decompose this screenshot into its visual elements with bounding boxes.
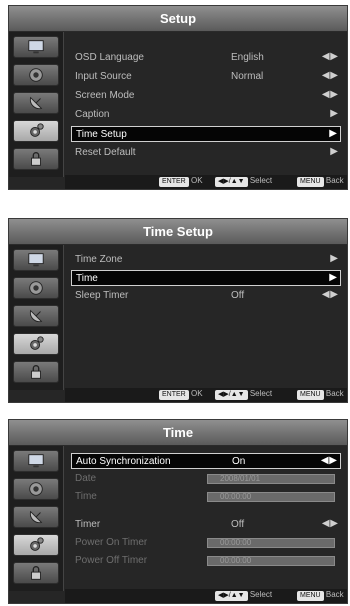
gear-setup-icon[interactable] bbox=[13, 120, 59, 142]
category-sidebar bbox=[9, 446, 64, 591]
setup-panel: Setup OSD Language English ◀ ▶ Input Sourc… bbox=[8, 5, 348, 190]
menu-item-time-zone[interactable]: Time Zone ▶ bbox=[71, 252, 341, 268]
lock-icon[interactable] bbox=[13, 361, 59, 383]
power-off-time-field: 00:00:00 bbox=[207, 556, 335, 566]
left-right-arrows-icon: ◀ ▶ bbox=[321, 70, 338, 81]
panel-title: Setup bbox=[9, 6, 347, 32]
menu-item-screen-mode[interactable]: Screen Mode ◀ ▶ bbox=[71, 88, 341, 104]
left-right-arrows-icon: ◀ ▶ bbox=[321, 289, 338, 300]
left-right-arrows-icon: ◀ ▶ bbox=[321, 89, 338, 100]
left-right-arrows-icon: ◀ ▶ bbox=[321, 518, 338, 529]
enter-key-badge: ENTER bbox=[159, 390, 189, 400]
menu-item-power-on-timer: Power On Timer 00:00:00 bbox=[71, 535, 341, 551]
time-panel: Time Auto Synchronization On ◀ ▶ Date 2008/… bbox=[8, 419, 348, 604]
time-field: 00:00:00 bbox=[207, 492, 335, 502]
menu-item-sleep-timer[interactable]: Sleep Timer Off ◀ ▶ bbox=[71, 288, 341, 304]
date-field: 2008/01/01 bbox=[207, 474, 335, 484]
left-right-arrows-icon: ◀ ▶ bbox=[321, 51, 338, 62]
time-setup-panel: Time Setup Time Zone ▶ Time ▶ Sleep Timer O… bbox=[8, 218, 348, 403]
power-on-time-field: 00:00:00 bbox=[207, 538, 335, 548]
right-arrow-icon: ▶ bbox=[330, 108, 338, 119]
tv-picture-icon[interactable] bbox=[13, 450, 59, 472]
left-right-arrows-icon: ◀ ▶ bbox=[320, 455, 337, 466]
menu-key-badge: MENU bbox=[297, 177, 324, 187]
menu-item-power-off-timer: Power Off Timer 00:00:00 bbox=[71, 553, 341, 569]
menu-key-badge: MENU bbox=[297, 591, 324, 601]
right-arrow-icon: ▶ bbox=[330, 253, 338, 264]
satellite-dish-icon[interactable] bbox=[13, 92, 59, 114]
navigation-arrows-icon: ◀▶/▲▼ bbox=[215, 177, 248, 187]
menu-item-auto-synchronization[interactable]: Auto Synchronization On ◀ ▶ bbox=[71, 453, 341, 469]
right-arrow-icon: ▶ bbox=[330, 146, 338, 157]
menu-item-date: Date 2008/01/01 bbox=[71, 471, 341, 487]
category-sidebar bbox=[9, 245, 64, 390]
lock-icon[interactable] bbox=[13, 148, 59, 170]
menu-key-badge: MENU bbox=[297, 390, 324, 400]
menu-item-time[interactable]: Time ▶ bbox=[71, 270, 341, 286]
menu-item-time: Time 00:00:00 bbox=[71, 489, 341, 505]
help-bar: ENTER OK ◀▶/▲▼ Select MENU Back bbox=[65, 388, 347, 402]
navigation-arrows-icon: ◀▶/▲▼ bbox=[215, 591, 248, 601]
navigation-arrows-icon: ◀▶/▲▼ bbox=[215, 390, 248, 400]
satellite-dish-icon[interactable] bbox=[13, 305, 59, 327]
speaker-sound-icon[interactable] bbox=[13, 64, 59, 86]
lock-icon[interactable] bbox=[13, 562, 59, 584]
menu-item-reset-default[interactable]: Reset Default ▶ bbox=[71, 145, 341, 161]
gear-setup-icon[interactable] bbox=[13, 534, 59, 556]
gear-setup-icon[interactable] bbox=[13, 333, 59, 355]
tv-picture-icon[interactable] bbox=[13, 249, 59, 271]
panel-title: Time bbox=[9, 420, 347, 446]
menu-item-osd-language[interactable]: OSD Language English ◀ ▶ bbox=[71, 50, 341, 66]
enter-key-badge: ENTER bbox=[159, 177, 189, 187]
menu-item-time-setup[interactable]: Time Setup ▶ bbox=[71, 126, 341, 142]
panel-title: Time Setup bbox=[9, 219, 347, 245]
speaker-sound-icon[interactable] bbox=[13, 478, 59, 500]
tv-picture-icon[interactable] bbox=[13, 36, 59, 58]
help-bar: ◀▶/▲▼ Select MENU Back bbox=[65, 589, 347, 603]
right-arrow-icon: ▶ bbox=[329, 272, 337, 283]
menu-item-timer[interactable]: Timer Off ◀ ▶ bbox=[71, 517, 341, 533]
menu-item-caption[interactable]: Caption ▶ bbox=[71, 107, 341, 123]
speaker-sound-icon[interactable] bbox=[13, 277, 59, 299]
menu-item-input-source[interactable]: Input Source Normal ◀ ▶ bbox=[71, 69, 341, 85]
help-bar: ENTER OK ◀▶/▲▼ Select MENU Back bbox=[65, 175, 347, 189]
satellite-dish-icon[interactable] bbox=[13, 506, 59, 528]
right-arrow-icon: ▶ bbox=[329, 128, 337, 139]
category-sidebar bbox=[9, 32, 64, 177]
